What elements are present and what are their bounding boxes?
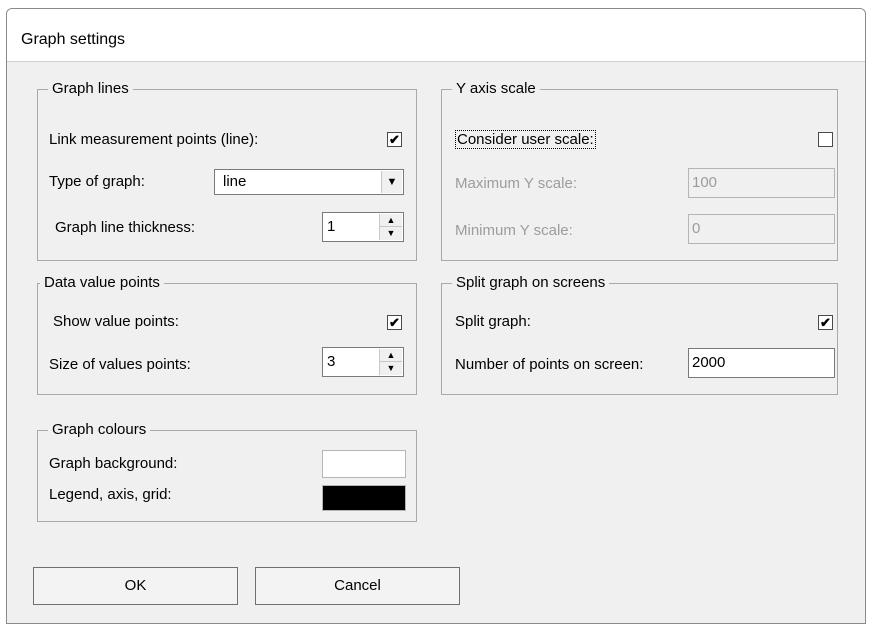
line-thickness-label: Graph line thickness: — [55, 219, 196, 236]
max-y-scale-label: Maximum Y scale: — [455, 175, 577, 192]
user-scale-label: Consider user scale: — [455, 130, 596, 149]
ok-button[interactable]: OK — [33, 567, 238, 605]
cancel-button[interactable]: Cancel — [255, 567, 460, 605]
graph-settings-dialog: Graph settings Graph lines Link measurem… — [6, 8, 866, 624]
graph-background-label: Graph background: — [49, 455, 178, 472]
arrow-up-icon[interactable]: ▲ — [380, 349, 402, 362]
type-of-graph-select[interactable]: line ▼ — [214, 169, 404, 195]
type-of-graph-value: line — [223, 173, 247, 190]
min-y-scale-value: 0 — [692, 220, 701, 237]
points-on-screen-field[interactable]: 2000 — [688, 348, 835, 378]
min-y-scale-field[interactable]: 0 — [688, 214, 835, 244]
user-scale-label-text: Consider user scale: — [455, 130, 596, 149]
graph-colours-group: Graph colours Graph background: Legend, … — [37, 421, 417, 522]
arrow-down-icon[interactable]: ▼ — [380, 362, 402, 375]
window-title: Graph settings — [21, 31, 126, 48]
max-y-scale-field[interactable]: 100 — [688, 168, 835, 198]
arrow-up-icon[interactable]: ▲ — [380, 214, 402, 227]
split-graph-legend: Split graph on screens — [452, 274, 610, 292]
show-value-points-checkbox[interactable]: ✔ — [387, 315, 402, 330]
line-thickness-stepper[interactable]: 1 ▲ ▼ — [322, 212, 404, 242]
max-y-scale-value: 100 — [692, 174, 718, 191]
type-of-graph-label: Type of graph: — [49, 173, 145, 190]
value-points-size-value: 3 — [327, 353, 336, 370]
graph-lines-legend: Graph lines — [48, 80, 133, 98]
data-value-points-legend: Data value points — [40, 274, 164, 292]
legend-axis-grid-label: Legend, axis, grid: — [49, 486, 172, 503]
title-bar[interactable]: Graph settings — [7, 9, 865, 62]
graph-colours-legend: Graph colours — [48, 421, 151, 439]
legend-axis-grid-swatch[interactable] — [322, 485, 406, 511]
graph-background-swatch[interactable] — [322, 450, 406, 478]
link-points-label: Link measurement points (line): — [49, 131, 259, 148]
y-axis-scale-group: Y axis scale Consider user scale: Maximu… — [441, 80, 838, 261]
value-points-size-stepper[interactable]: 3 ▲ ▼ — [322, 347, 404, 377]
points-on-screen-label: Number of points on screen: — [455, 356, 644, 373]
line-thickness-value: 1 — [327, 218, 336, 235]
split-graph-label: Split graph: — [455, 313, 531, 330]
points-on-screen-value: 2000 — [692, 354, 726, 371]
min-y-scale-label: Minimum Y scale: — [455, 222, 573, 239]
split-graph-checkbox[interactable]: ✔ — [818, 315, 833, 330]
stepper-buttons: ▲ ▼ — [379, 349, 402, 375]
stepper-buttons: ▲ ▼ — [379, 214, 402, 240]
show-value-points-label: Show value points: — [53, 313, 179, 330]
arrow-down-icon[interactable]: ▼ — [380, 227, 402, 240]
value-points-size-label: Size of values points: — [49, 356, 191, 373]
graph-lines-group: Graph lines Link measurement points (lin… — [37, 80, 417, 261]
link-points-checkbox[interactable]: ✔ — [387, 132, 402, 147]
user-scale-checkbox[interactable] — [818, 132, 833, 147]
chevron-down-icon[interactable]: ▼ — [381, 171, 402, 193]
data-value-points-group: Data value points Show value points: ✔ S… — [37, 274, 417, 395]
y-axis-scale-legend: Y axis scale — [452, 80, 540, 98]
split-graph-group: Split graph on screens Split graph: ✔ Nu… — [441, 274, 838, 395]
